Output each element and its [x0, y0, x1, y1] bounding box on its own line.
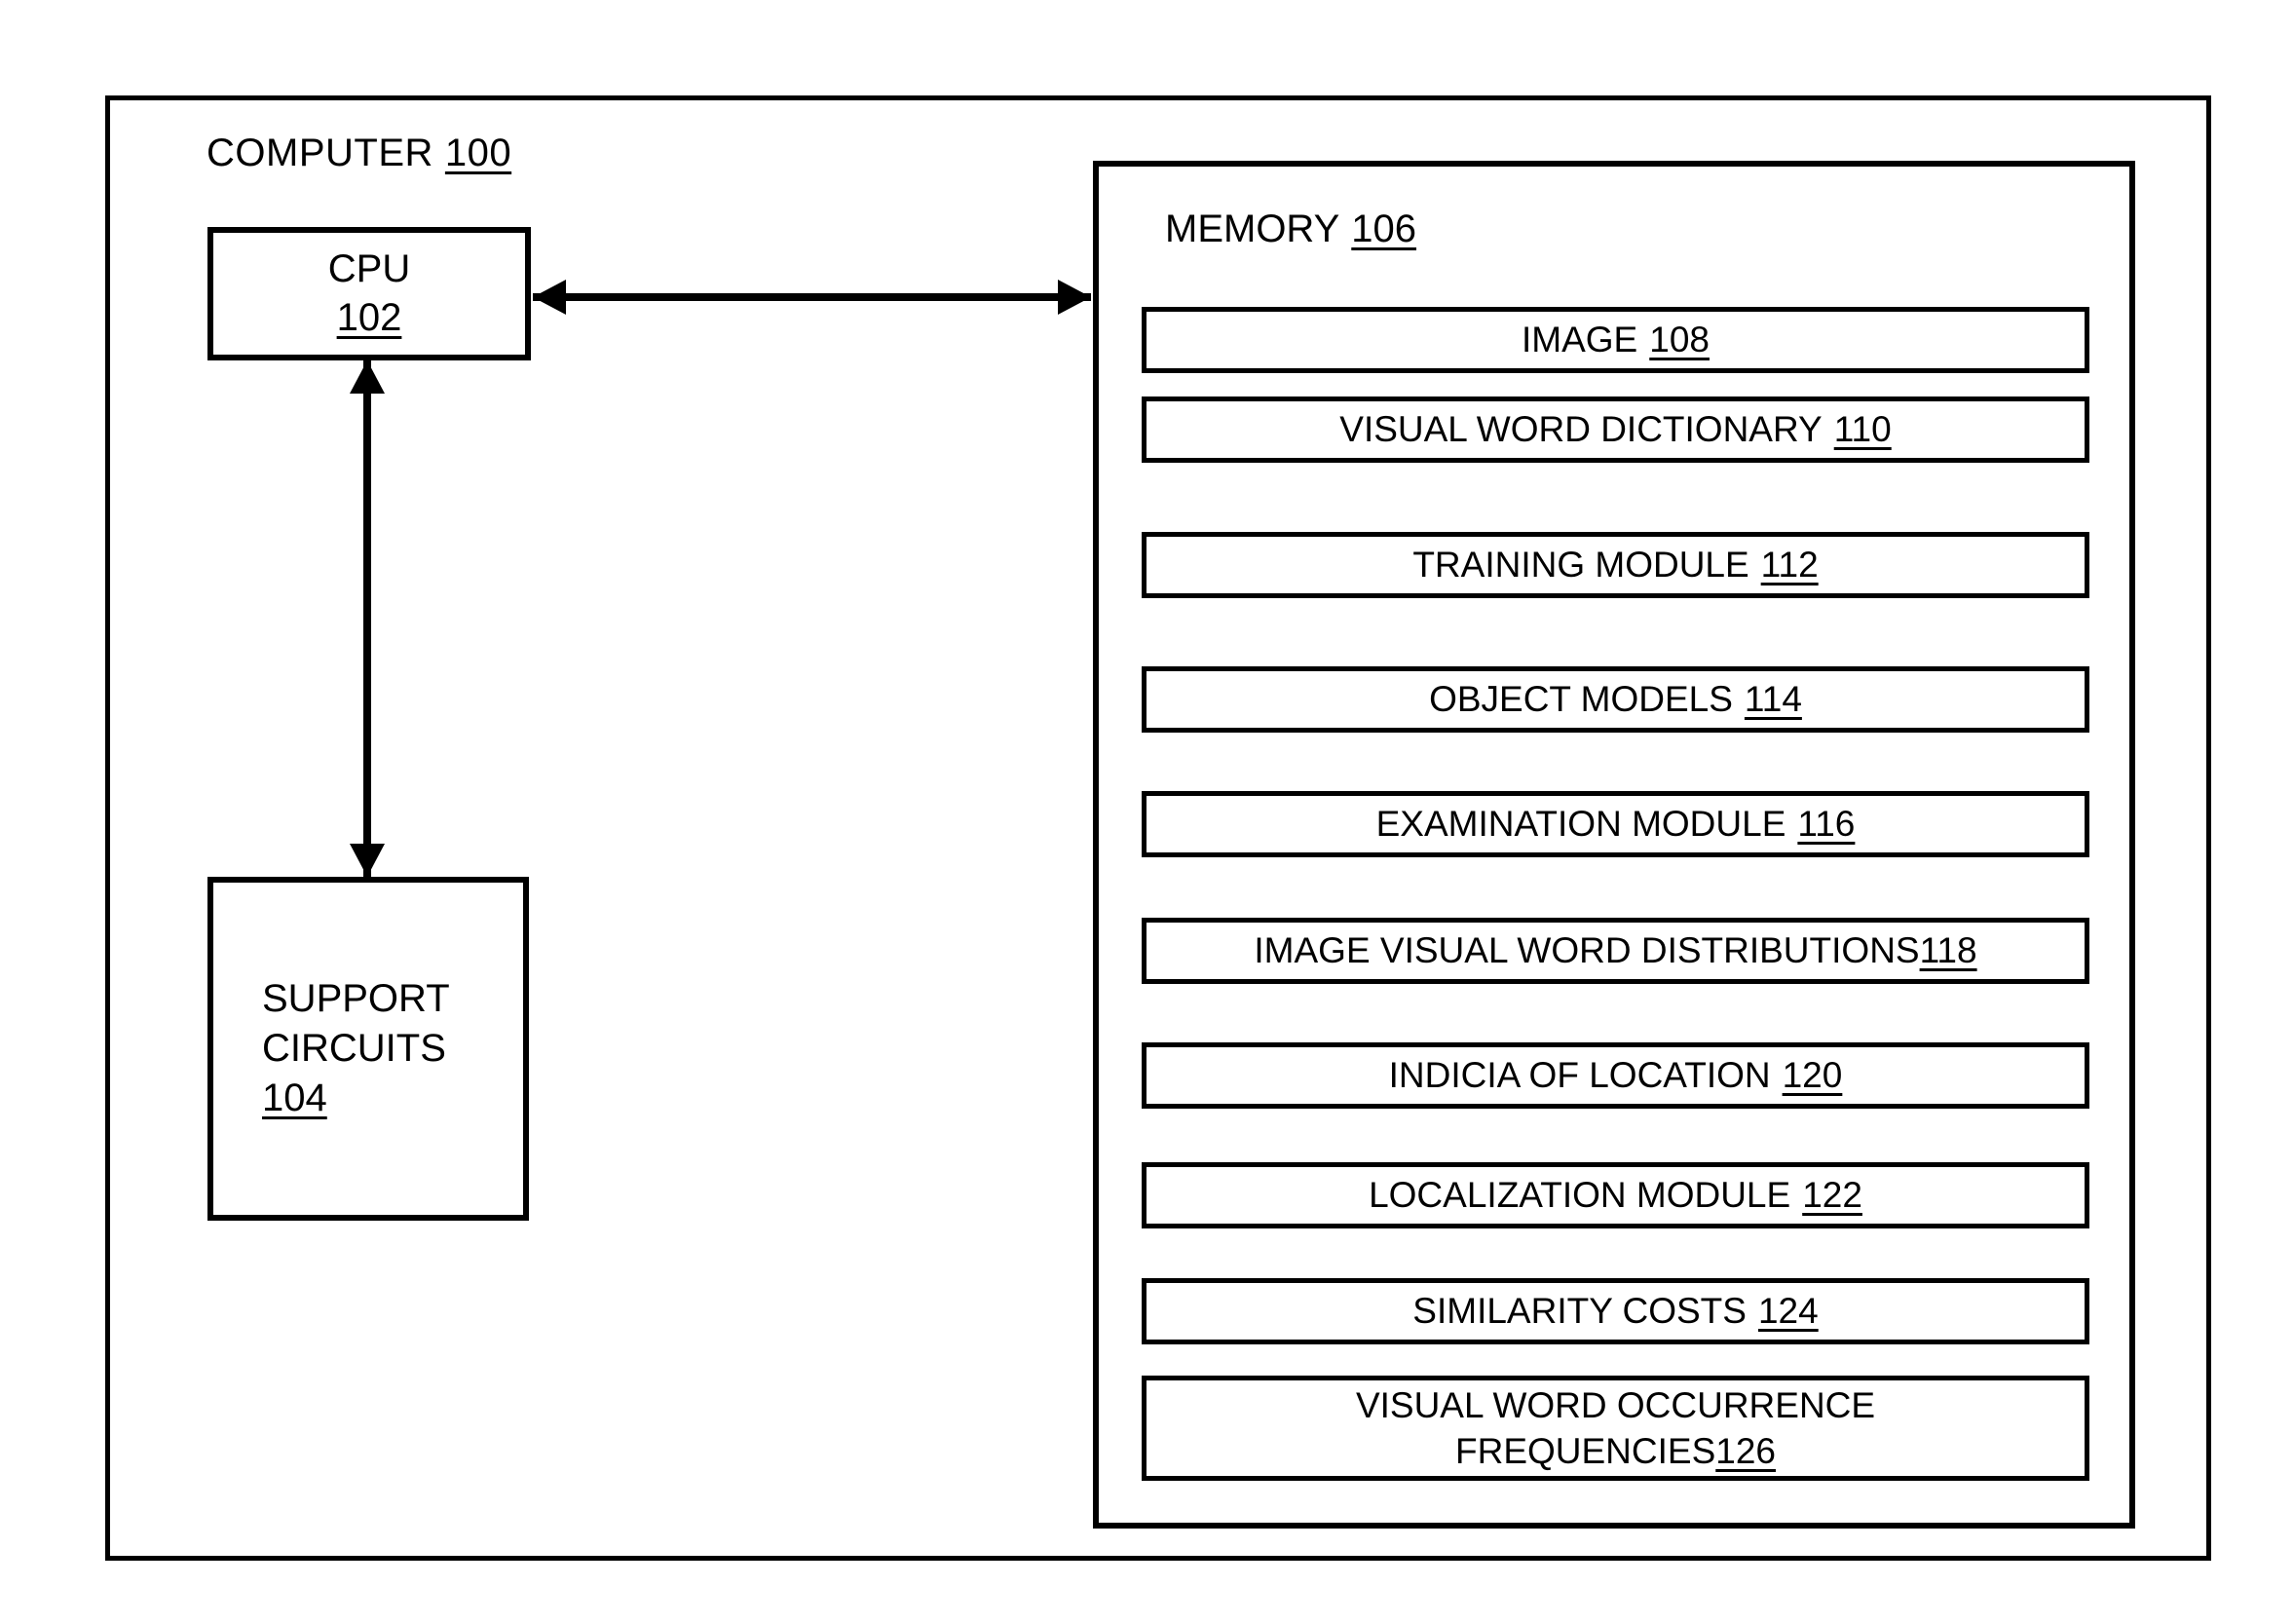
- computer-label: COMPUTER 100: [207, 132, 511, 175]
- memory-item-ref: 116: [1797, 804, 1856, 845]
- memory-item-label: INDICIA OF LOCATION: [1388, 1055, 1771, 1096]
- memory-item-similarity-costs: SIMILARITY COSTS 124: [1142, 1278, 2089, 1344]
- memory-item-label: LOCALIZATION MODULE: [1369, 1175, 1791, 1216]
- arrow-head-up-icon: [350, 360, 385, 394]
- memory-item-ref: 114: [1744, 679, 1802, 720]
- memory-item-label: VISUAL WORD DICTIONARY: [1339, 409, 1823, 450]
- memory-item-ref: 124: [1757, 1291, 1819, 1332]
- memory-title: MEMORY: [1165, 208, 1340, 250]
- memory-item-label: EXAMINATION MODULE: [1375, 804, 1786, 845]
- memory-item-object-models: OBJECT MODELS 114: [1142, 666, 2089, 733]
- memory-item-label: IMAGE: [1522, 320, 1638, 360]
- support-circuits-block: SUPPORT CIRCUITS 104: [207, 877, 529, 1221]
- memory-item-ref: 122: [1802, 1175, 1862, 1216]
- memory-item-image: IMAGE 108: [1142, 307, 2089, 373]
- memory-item-visual-word-occurrence-frequencies: VISUAL WORD OCCURRENCE FREQUENCIES126: [1142, 1376, 2089, 1481]
- memory-item-label: IMAGE VISUAL WORD DISTRIBUTIONS: [1254, 930, 1920, 971]
- arrow-head-right-icon: [1058, 280, 1091, 315]
- arrow-head-left-icon: [533, 280, 566, 315]
- memory-item-label: VISUAL WORD OCCURRENCE: [1355, 1384, 1876, 1425]
- figure-canvas: COMPUTER 100 CPU 102 SUPPORT CIRCUITS 104…: [0, 0, 2293, 1624]
- memory-item-ref: 120: [1782, 1055, 1843, 1096]
- support-circuits-ref: 104: [262, 1076, 327, 1120]
- memory-ref: 106: [1351, 208, 1417, 250]
- memory-label: MEMORY 106: [1165, 208, 1416, 251]
- cpu-title: CPU: [327, 246, 411, 290]
- memory-item-label: SIMILARITY COSTS: [1412, 1291, 1747, 1332]
- memory-item-visual-word-dictionary: VISUAL WORD DICTIONARY 110: [1142, 397, 2089, 463]
- arrow-shaft: [533, 293, 1091, 301]
- memory-item-ref: 108: [1649, 320, 1710, 360]
- memory-item-label: TRAINING MODULE: [1412, 545, 1749, 585]
- arrow-head-down-icon: [350, 844, 385, 877]
- memory-item-training-module: TRAINING MODULE 112: [1142, 532, 2089, 598]
- memory-item-ref: 118: [1919, 930, 1977, 971]
- arrow-shaft: [363, 360, 371, 877]
- cpu-ref: 102: [336, 295, 402, 339]
- memory-item-examination-module: EXAMINATION MODULE 116: [1142, 791, 2089, 857]
- computer-title: COMPUTER: [207, 132, 433, 174]
- computer-ref: 100: [444, 132, 512, 174]
- memory-item-ref: 110: [1833, 409, 1892, 450]
- memory-item-localization-module: LOCALIZATION MODULE 122: [1142, 1162, 2089, 1228]
- memory-item-image-visual-word-distributions: IMAGE VISUAL WORD DISTRIBUTIONS118: [1142, 918, 2089, 984]
- memory-item-label-line2: FREQUENCIES: [1455, 1431, 1716, 1471]
- memory-item-ref: 126: [1715, 1431, 1776, 1471]
- cpu-block: CPU 102: [207, 227, 531, 360]
- memory-item-label: OBJECT MODELS: [1429, 679, 1733, 720]
- memory-item-indicia-of-location: INDICIA OF LOCATION 120: [1142, 1042, 2089, 1109]
- support-circuits-title-line1: SUPPORT: [262, 976, 450, 1020]
- memory-item-ref: 112: [1760, 545, 1819, 585]
- support-circuits-title-line2: CIRCUITS: [262, 1026, 446, 1070]
